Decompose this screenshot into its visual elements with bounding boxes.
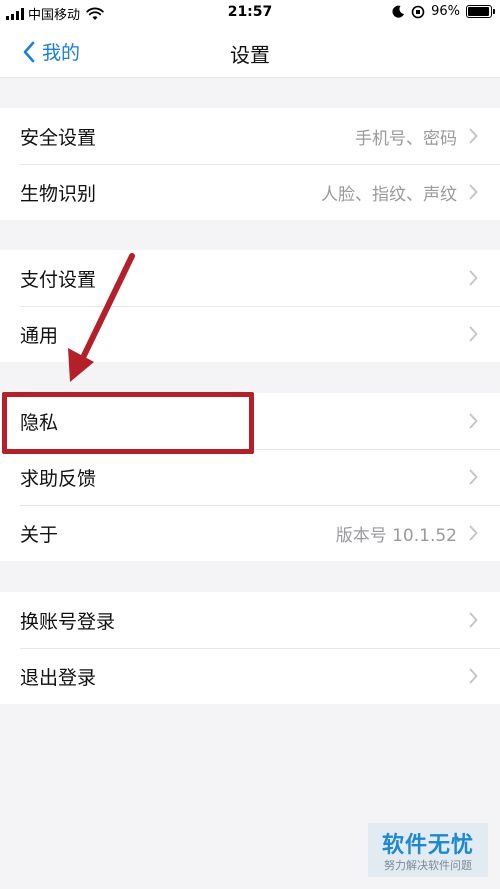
settings-group-privacy: 隐私 求助反馈 关于 版本号 10.1.52 [0, 393, 500, 561]
chevron-right-icon [469, 525, 478, 541]
chevron-right-icon [469, 668, 478, 684]
do-not-disturb-icon [392, 5, 405, 18]
row-payment-settings[interactable]: 支付设置 [0, 250, 500, 306]
battery-icon [466, 5, 495, 18]
row-label: 生物识别 [20, 182, 97, 205]
nav-bar: 我的 设置 [0, 26, 500, 78]
battery-fill [468, 7, 490, 16]
row-label: 支付设置 [20, 268, 97, 291]
row-label: 退出登录 [20, 666, 97, 689]
row-label: 换账号登录 [20, 610, 116, 633]
row-label: 安全设置 [20, 126, 97, 149]
settings-group-security: 安全设置 手机号、密码 生物识别 人脸、指纹、声纹 [0, 108, 500, 220]
battery-percent: 96% [431, 4, 460, 19]
row-label: 求助反馈 [20, 467, 97, 490]
row-value: 人脸、指纹、声纹 [321, 184, 457, 205]
row-about[interactable]: 关于 版本号 10.1.52 [0, 505, 500, 561]
chevron-right-icon [469, 270, 478, 286]
chevron-right-icon [469, 184, 478, 200]
watermark-subtitle: 努力解决软件问题 [384, 859, 472, 872]
row-label: 关于 [20, 523, 59, 546]
status-right: 96% [392, 4, 495, 19]
chevron-right-icon [469, 612, 478, 628]
row-logout[interactable]: 退出登录 [0, 648, 500, 704]
settings-group-payment: 支付设置 通用 [0, 250, 500, 362]
row-value: 手机号、密码 [355, 128, 457, 149]
row-help-feedback[interactable]: 求助反馈 [0, 449, 500, 505]
page-title: 设置 [230, 43, 270, 67]
row-label: 通用 [20, 324, 59, 347]
chevron-right-icon [469, 326, 478, 342]
watermark-title: 软件无忧 [381, 833, 474, 858]
chevron-right-icon [469, 469, 478, 485]
rotation-lock-icon [411, 5, 425, 18]
row-switch-account[interactable]: 换账号登录 [0, 592, 500, 648]
chevron-right-icon [469, 413, 478, 429]
row-label: 隐私 [20, 411, 59, 434]
row-general[interactable]: 通用 [0, 306, 500, 362]
status-bar: 中国移动 21:57 96% [0, 0, 500, 26]
chevron-right-icon [469, 128, 478, 144]
row-value: 版本号 10.1.52 [335, 525, 457, 546]
row-biometrics[interactable]: 生物识别 人脸、指纹、声纹 [0, 164, 500, 220]
row-security-settings[interactable]: 安全设置 手机号、密码 [0, 108, 500, 164]
settings-group-account: 换账号登录 退出登录 [0, 592, 500, 704]
row-privacy[interactable]: 隐私 [0, 393, 500, 449]
watermark: 软件无忧 努力解决软件问题 [368, 823, 488, 877]
